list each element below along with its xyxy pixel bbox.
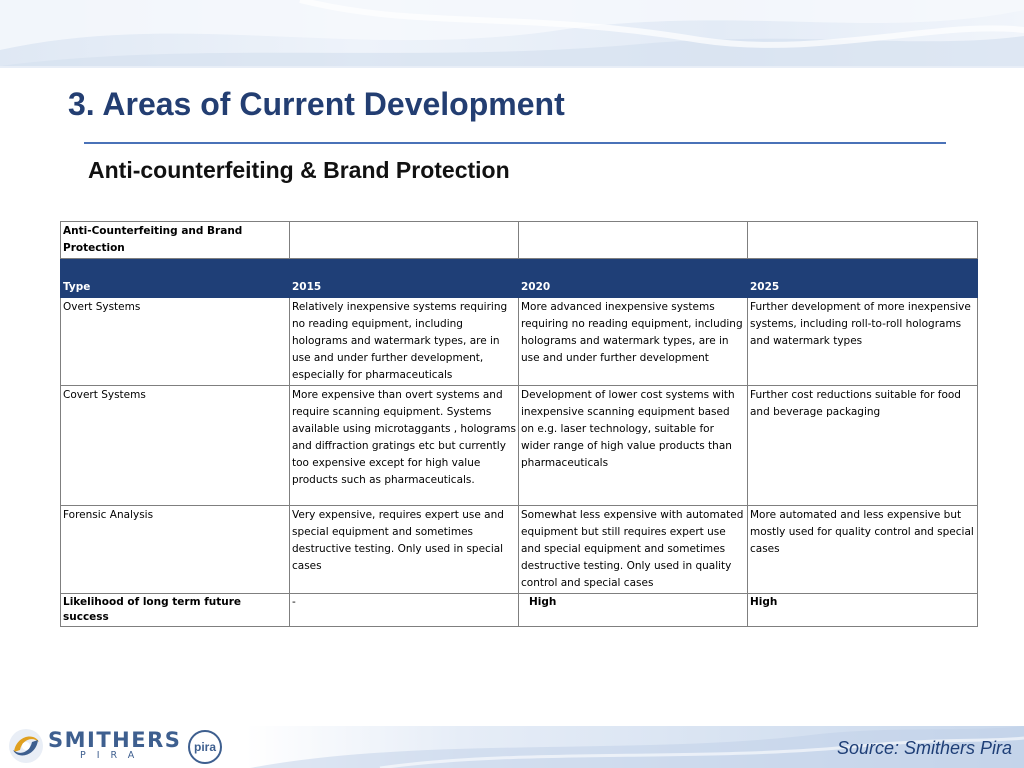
title-underline <box>84 142 946 144</box>
logo-swirl-icon <box>9 729 43 763</box>
banner-wave-decoration <box>0 0 1024 66</box>
likelihood-2020: High <box>529 596 557 608</box>
table-title-empty-cell <box>518 221 748 259</box>
top-divider <box>0 66 1024 68</box>
logo-wordmark: SMITHERS <box>48 728 182 752</box>
likelihood-2025: High <box>747 593 978 627</box>
row-type-cell: Overt Systems <box>60 297 290 386</box>
header-type: Type <box>60 258 290 298</box>
row-2025-cell: More automated and less expensive but mo… <box>747 505 978 594</box>
header-2015: 2015 <box>289 258 519 298</box>
row-type-cell: Covert Systems <box>60 385 290 506</box>
source-credit: Source: Smithers Pira <box>836 738 1012 758</box>
row-2025-cell: Further cost reductions suitable for foo… <box>747 385 978 506</box>
row-type-cell: Forensic Analysis <box>60 505 290 594</box>
pira-badge-text: pira <box>193 740 216 754</box>
row-2020-cell: Somewhat less expensive with automated e… <box>518 505 748 594</box>
smithers-pira-logo: SMITHERS PIRA pira <box>6 726 226 766</box>
table-header-row: Type 2015 2020 2025 <box>60 258 978 298</box>
top-banner <box>0 0 1024 66</box>
row-2020-cell: More advanced inexpensive systems requir… <box>518 297 748 386</box>
likelihood-label: Likelihood of long term future success <box>60 593 290 627</box>
table-title-row: Anti-Counterfeiting and Brand Protection <box>60 221 978 259</box>
page-title: 3. Areas of Current Development <box>68 86 565 122</box>
row-2015-cell: Very expensive, requires expert use and … <box>289 505 519 594</box>
header-2020: 2020 <box>518 258 748 298</box>
page-subtitle: Anti-counterfeiting & Brand Protection <box>88 157 510 183</box>
likelihood-row: Likelihood of long term future success -… <box>60 593 978 627</box>
table-row: Covert Systems More expensive than overt… <box>60 385 978 506</box>
row-2015-cell: More expensive than overt systems and re… <box>289 385 519 506</box>
table-title-empty-cell <box>289 221 519 259</box>
likelihood-2015: - <box>289 593 519 627</box>
table-title: Anti-Counterfeiting and Brand Protection <box>60 221 290 259</box>
row-2020-cell: Development of lower cost systems with i… <box>518 385 748 506</box>
table-title-empty-cell <box>747 221 978 259</box>
logo-subtext: PIRA <box>80 750 146 761</box>
row-2015-cell: Relatively inexpensive systems requiring… <box>289 297 519 386</box>
development-table: Anti-Counterfeiting and Brand Protection… <box>60 221 978 627</box>
header-2025: 2025 <box>747 258 978 298</box>
table-row: Overt Systems Relatively inexpensive sys… <box>60 297 978 386</box>
table-row: Forensic Analysis Very expensive, requir… <box>60 505 978 594</box>
pira-badge-icon: pira <box>188 730 222 764</box>
row-2025-cell: Further development of more inexpensive … <box>747 297 978 386</box>
likelihood-2020-cell: High <box>518 593 748 627</box>
